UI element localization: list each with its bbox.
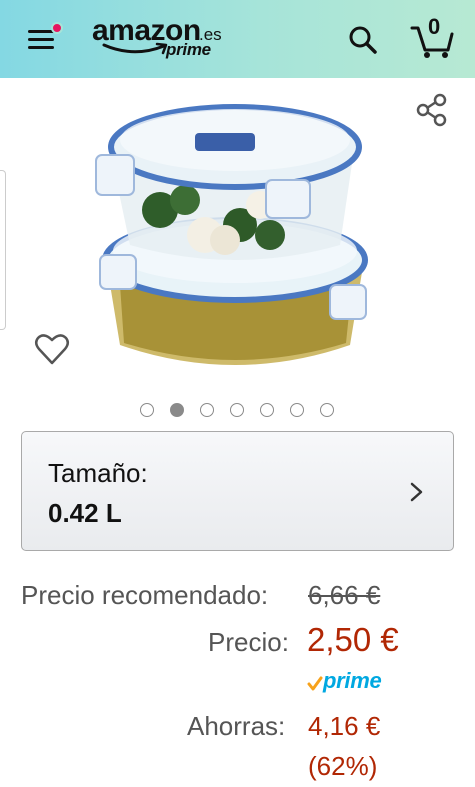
logo-prime: prime: [166, 40, 211, 59]
menu-button[interactable]: [25, 22, 65, 56]
carousel-dot[interactable]: [200, 403, 214, 417]
hamburger-menu-icon: [28, 30, 54, 33]
carousel-dot-active[interactable]: [170, 403, 184, 417]
carousel-dot[interactable]: [320, 403, 334, 417]
carousel-dot[interactable]: [140, 403, 154, 417]
size-value: 0.42 L: [48, 498, 122, 528]
logo-smile-icon: [102, 42, 168, 55]
hamburger-menu-icon-bar: [28, 38, 54, 41]
price-label: Precio:: [208, 627, 289, 657]
size-label: Tamaño:: [48, 458, 148, 488]
recommended-price-label: Precio recomendado:: [21, 580, 269, 610]
search-button[interactable]: [346, 23, 380, 57]
price-value: 2,50 €: [307, 621, 399, 658]
prime-check-icon: [307, 676, 323, 691]
wishlist-button[interactable]: [33, 330, 71, 368]
carousel-dot[interactable]: [230, 403, 244, 417]
chevron-right-icon: [410, 482, 423, 502]
savings-value: 4,16 €: [308, 711, 381, 741]
hamburger-menu-icon-bar: [28, 46, 54, 49]
carousel-indicator: [140, 403, 340, 419]
cart-count: 0: [428, 14, 441, 39]
share-icon: [416, 93, 447, 127]
heart-icon: [35, 334, 69, 365]
amazon-prime-logo[interactable]: amazon .es prime: [92, 14, 232, 66]
top-header: amazon .es prime 0: [0, 0, 475, 78]
product-image[interactable]: [90, 85, 380, 385]
savings-label: Ahorras:: [187, 711, 286, 741]
notification-dot: [51, 22, 63, 34]
prime-badge: prime: [307, 666, 397, 696]
share-button[interactable]: [414, 92, 450, 128]
savings-percent: (62%): [308, 751, 378, 781]
search-icon: [349, 26, 377, 54]
prime-badge-text: prime: [323, 668, 382, 693]
recommended-price-value: 6,66 €: [308, 580, 381, 610]
food-container-image: [95, 104, 368, 365]
side-panel-handle[interactable]: [0, 170, 6, 330]
carousel-dot[interactable]: [260, 403, 274, 417]
size-selector[interactable]: Tamaño: 0.42 L: [21, 431, 454, 551]
carousel-dot[interactable]: [290, 403, 304, 417]
cart-button[interactable]: 0: [408, 14, 456, 60]
